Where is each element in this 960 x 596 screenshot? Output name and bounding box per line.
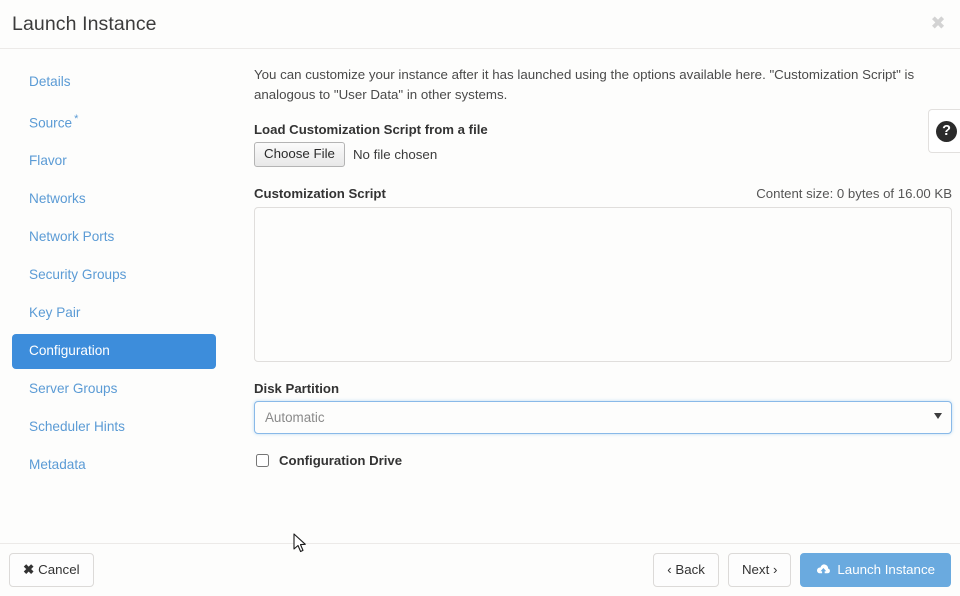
question-mark-icon: ?	[936, 121, 957, 142]
config-drive-row: Configuration Drive	[254, 453, 952, 468]
sidebar-item-networks[interactable]: Networks	[12, 182, 216, 217]
sidebar-item-label: Security Groups	[29, 267, 126, 282]
sidebar-item-label: Server Groups	[29, 381, 117, 396]
sidebar-item-details[interactable]: Details	[12, 65, 216, 100]
sidebar-item-label: Configuration	[29, 343, 110, 358]
wizard-step-sidebar: Details Source* Flavor Networks Network …	[0, 49, 228, 543]
launch-instance-button[interactable]: Launch Instance	[800, 553, 951, 586]
help-button[interactable]: ?	[928, 109, 960, 153]
modal-header: Launch Instance ✖	[0, 0, 960, 49]
choose-file-button[interactable]: Choose File	[254, 142, 345, 167]
sidebar-item-label: Source	[29, 115, 72, 130]
sidebar-item-security-groups[interactable]: Security Groups	[12, 258, 216, 293]
launch-instance-label: Launch Instance	[837, 562, 935, 577]
sidebar-item-label: Key Pair	[29, 305, 80, 320]
cancel-button[interactable]: ✖ Cancel	[9, 553, 94, 586]
load-script-label: Load Customization Script from a file	[254, 122, 952, 137]
file-input-row: Choose File No file chosen	[254, 142, 952, 167]
disk-partition-select-wrap: Automatic	[254, 401, 952, 434]
config-drive-label: Configuration Drive	[279, 453, 402, 468]
config-drive-checkbox[interactable]	[256, 454, 269, 467]
close-icon[interactable]: ✖	[926, 11, 950, 35]
launch-instance-modal: Launch Instance ✖ Details Source* Flavor…	[0, 0, 960, 596]
sidebar-item-configuration[interactable]: Configuration	[12, 334, 216, 369]
customization-script-label: Customization Script	[254, 186, 386, 201]
sidebar-item-source[interactable]: Source*	[12, 103, 216, 141]
sidebar-item-flavor[interactable]: Flavor	[12, 144, 216, 179]
sidebar-item-label: Flavor	[29, 153, 67, 168]
cancel-button-label: Cancel	[38, 562, 79, 577]
configuration-panel: You can customize your instance after it…	[228, 49, 960, 543]
sidebar-item-scheduler-hints[interactable]: Scheduler Hints	[12, 410, 216, 445]
back-button[interactable]: ‹ Back	[653, 553, 719, 586]
sidebar-item-key-pair[interactable]: Key Pair	[12, 296, 216, 331]
modal-footer: ✖ Cancel ‹ Back Next › Launch Instance	[0, 543, 960, 596]
modal-body: Details Source* Flavor Networks Network …	[0, 49, 960, 543]
sidebar-item-metadata[interactable]: Metadata	[12, 448, 216, 483]
content-size-text: Content size: 0 bytes of 16.00 KB	[756, 186, 952, 201]
disk-partition-select[interactable]: Automatic	[254, 401, 952, 434]
footer-actions: ‹ Back Next › Launch Instance	[653, 553, 951, 586]
sidebar-item-label: Details	[29, 74, 71, 89]
cloud-upload-icon	[816, 564, 831, 576]
required-asterisk: *	[74, 113, 78, 125]
customization-script-textarea[interactable]	[254, 207, 952, 362]
disk-partition-label: Disk Partition	[254, 381, 952, 396]
sidebar-item-label: Metadata	[29, 457, 86, 472]
sidebar-item-label: Networks	[29, 191, 86, 206]
panel-description: You can customize your instance after it…	[254, 65, 926, 105]
close-x-icon: ✖	[23, 562, 34, 577]
sidebar-item-server-groups[interactable]: Server Groups	[12, 372, 216, 407]
next-button[interactable]: Next ›	[728, 553, 791, 586]
file-status-text: No file chosen	[353, 147, 437, 162]
sidebar-item-label: Network Ports	[29, 229, 114, 244]
page-title: Launch Instance	[0, 13, 157, 36]
script-header-row: Customization Script Content size: 0 byt…	[254, 186, 952, 201]
sidebar-item-label: Scheduler Hints	[29, 419, 125, 434]
sidebar-item-network-ports[interactable]: Network Ports	[12, 220, 216, 255]
